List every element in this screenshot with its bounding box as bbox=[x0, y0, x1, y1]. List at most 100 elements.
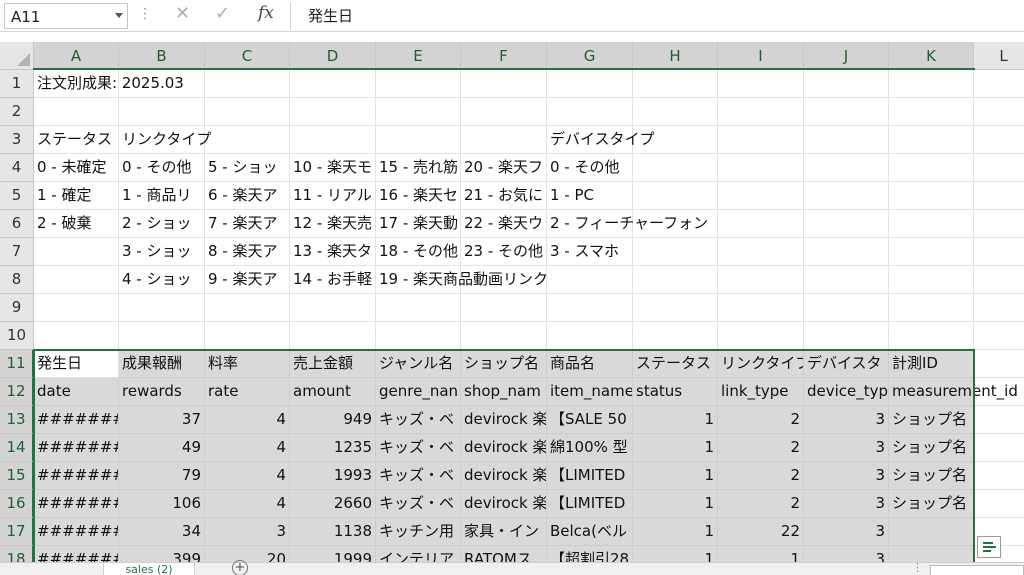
table-cell[interactable]: 3 bbox=[205, 518, 290, 546]
cell-bg[interactable] bbox=[974, 210, 1024, 238]
cell-bg[interactable] bbox=[34, 266, 119, 294]
table-cell[interactable]: ショップ名 bbox=[889, 406, 974, 434]
cell-bg[interactable] bbox=[889, 266, 974, 294]
table-header-en[interactable]: device_typ bbox=[804, 378, 889, 406]
row-header-3[interactable]: 3 bbox=[0, 126, 34, 154]
table-cell[interactable] bbox=[889, 518, 974, 546]
table-cell[interactable]: 34 bbox=[119, 518, 205, 546]
cell-bg[interactable] bbox=[889, 154, 974, 182]
table-cell[interactable]: 1 bbox=[633, 406, 718, 434]
cell-d6[interactable]: 12 - 楽天売 bbox=[290, 210, 376, 238]
cell-bg[interactable] bbox=[633, 266, 718, 294]
table-header-en[interactable]: genre_nan bbox=[376, 378, 461, 406]
cell-bg[interactable] bbox=[804, 70, 889, 98]
cell-bg[interactable] bbox=[376, 322, 461, 350]
cell-bg[interactable] bbox=[633, 294, 718, 322]
cell-bg[interactable] bbox=[718, 294, 804, 322]
spreadsheet-grid[interactable]: A B C D E F G H I J K L 1 2 3 4 5 6 7 8 9 10 11 12 13 14 15 16 17 18 注… bbox=[0, 42, 1024, 562]
table-header-en[interactable]: status bbox=[633, 378, 718, 406]
table-cell[interactable]: 3 bbox=[804, 490, 889, 518]
row-header-7[interactable]: 7 bbox=[0, 238, 34, 266]
cell-bg[interactable] bbox=[974, 70, 1024, 98]
cell-g7[interactable]: 3 - スマホ bbox=[547, 238, 633, 266]
cell-bg[interactable] bbox=[290, 98, 376, 126]
cancel-icon[interactable]: ✕ bbox=[175, 3, 190, 24]
column-header-e[interactable]: E bbox=[376, 42, 461, 70]
quick-analysis-icon[interactable] bbox=[977, 536, 1001, 558]
cell-bg[interactable] bbox=[804, 210, 889, 238]
cell-bg[interactable] bbox=[376, 294, 461, 322]
cell-bg[interactable] bbox=[889, 210, 974, 238]
cell-e5[interactable]: 16 - 楽天セ bbox=[376, 182, 461, 210]
row-header-15[interactable]: 15 bbox=[0, 462, 34, 490]
table-cell[interactable]: 106 bbox=[119, 490, 205, 518]
row-header-4[interactable]: 4 bbox=[0, 154, 34, 182]
table-cell[interactable]: RATOMス bbox=[461, 546, 547, 562]
table-header-en[interactable]: measurement_id bbox=[889, 378, 1024, 406]
cell-f5[interactable]: 21 - お気に bbox=[461, 182, 547, 210]
table-cell[interactable]: 【LIMITED bbox=[547, 490, 633, 518]
row-header-17[interactable]: 17 bbox=[0, 518, 34, 546]
table-cell[interactable]: 2660 bbox=[290, 490, 376, 518]
cell-bg[interactable] bbox=[547, 322, 633, 350]
cell-bg[interactable] bbox=[889, 98, 974, 126]
table-cell[interactable]: ####### bbox=[34, 434, 119, 462]
table-cell[interactable] bbox=[889, 546, 974, 562]
cell-bg[interactable] bbox=[461, 70, 547, 98]
cell-bg[interactable] bbox=[290, 294, 376, 322]
table-cell[interactable]: ####### bbox=[34, 462, 119, 490]
table-cell[interactable]: インテリア bbox=[376, 546, 461, 562]
cell-bg[interactable] bbox=[633, 238, 718, 266]
cell-bg[interactable] bbox=[974, 98, 1024, 126]
cell-bg[interactable] bbox=[34, 294, 119, 322]
cell-b5[interactable]: 1 - 商品リ bbox=[119, 182, 205, 210]
table-header-jp[interactable]: 成果報酬 bbox=[119, 350, 205, 378]
formula-input[interactable]: 発生日 bbox=[308, 5, 353, 26]
cell-bg[interactable] bbox=[974, 154, 1024, 182]
row-header-10[interactable]: 10 bbox=[0, 322, 34, 350]
cell-bg[interactable] bbox=[804, 182, 889, 210]
cell-bg[interactable] bbox=[718, 98, 804, 126]
table-header-jp[interactable]: 商品名 bbox=[547, 350, 633, 378]
table-header-en[interactable]: date bbox=[34, 378, 119, 406]
cell-bg[interactable] bbox=[461, 294, 547, 322]
row-header-9[interactable]: 9 bbox=[0, 294, 34, 322]
row-header-5[interactable]: 5 bbox=[0, 182, 34, 210]
table-cell[interactable]: 1 bbox=[718, 546, 804, 562]
table-cell[interactable]: devirock 楽 bbox=[461, 434, 547, 462]
table-cell[interactable]: ショップ名 bbox=[889, 462, 974, 490]
table-cell[interactable]: ショップ名 bbox=[889, 434, 974, 462]
cell-bg[interactable] bbox=[547, 98, 633, 126]
cell-d8[interactable]: 14 - お手軽 bbox=[290, 266, 376, 294]
cell-bg[interactable] bbox=[119, 294, 205, 322]
table-cell[interactable]: 3 bbox=[804, 434, 889, 462]
cell-bg[interactable] bbox=[461, 322, 547, 350]
table-cell[interactable]: ####### bbox=[34, 546, 119, 562]
cell-bg[interactable] bbox=[974, 238, 1024, 266]
cell-b8[interactable]: 4 - ショッ bbox=[119, 266, 205, 294]
table-cell[interactable]: 1235 bbox=[290, 434, 376, 462]
cell-g3[interactable]: デバイスタイプ bbox=[547, 126, 807, 154]
row-header-13[interactable]: 13 bbox=[0, 406, 34, 434]
table-header-en[interactable]: shop_nam bbox=[461, 378, 547, 406]
cell-bg[interactable] bbox=[290, 322, 376, 350]
table-cell[interactable]: 2 bbox=[718, 406, 804, 434]
table-cell[interactable]: 4 bbox=[205, 434, 290, 462]
table-cell[interactable]: 37 bbox=[119, 406, 205, 434]
column-header-c[interactable]: C bbox=[205, 42, 290, 70]
table-cell[interactable]: devirock 楽 bbox=[461, 406, 547, 434]
table-cell[interactable]: 1 bbox=[633, 490, 718, 518]
table-header-en[interactable]: rate bbox=[205, 378, 290, 406]
table-cell[interactable]: 20 bbox=[205, 546, 290, 562]
cell-bg[interactable] bbox=[974, 490, 1024, 518]
table-cell[interactable]: 【SALE 50 bbox=[547, 406, 633, 434]
table-cell[interactable]: Belca(ベル bbox=[547, 518, 633, 546]
table-cell[interactable]: 4 bbox=[205, 490, 290, 518]
table-cell[interactable]: 【超割引28 bbox=[547, 546, 633, 562]
cell-bg[interactable] bbox=[804, 154, 889, 182]
column-header-f[interactable]: F bbox=[461, 42, 547, 70]
cell-e6[interactable]: 17 - 楽天動 bbox=[376, 210, 461, 238]
column-header-h[interactable]: H bbox=[633, 42, 718, 70]
table-cell[interactable]: 1138 bbox=[290, 518, 376, 546]
cell-bg[interactable] bbox=[547, 70, 633, 98]
